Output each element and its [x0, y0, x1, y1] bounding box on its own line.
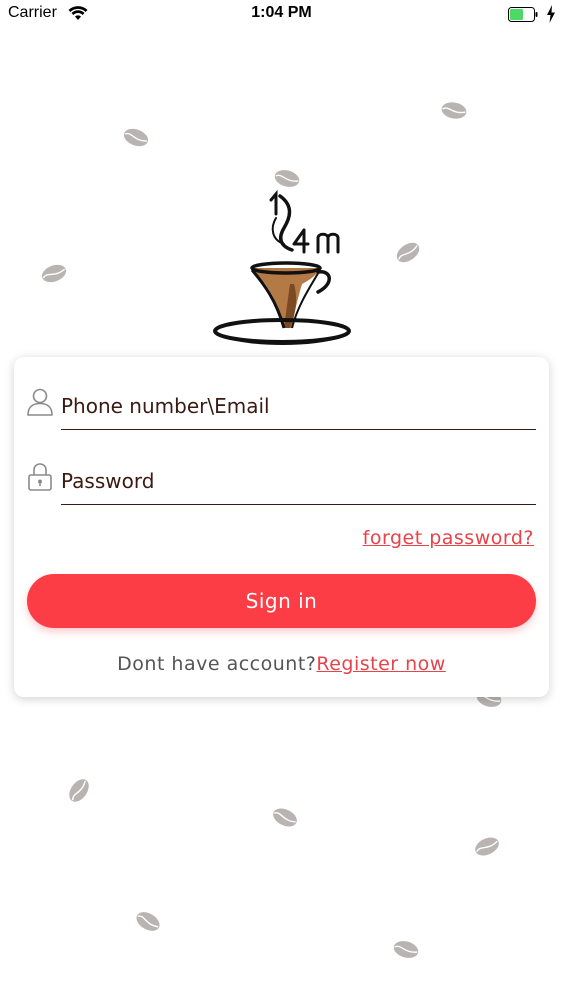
register-row: Dont have account?Register now — [14, 653, 549, 675]
login-card: forget password? Sign in Dont have accou… — [14, 357, 549, 697]
coffee-bean-icon — [136, 912, 160, 931]
account-input[interactable] — [61, 389, 536, 423]
sign-in-button[interactable]: Sign in — [27, 574, 536, 628]
coffee-bean-icon — [273, 808, 297, 827]
forget-password-link[interactable]: forget password? — [363, 527, 534, 549]
coffee-bean-icon — [396, 242, 420, 263]
coffee-bean-icon — [475, 837, 499, 856]
password-underline — [61, 504, 536, 505]
password-input[interactable] — [61, 464, 536, 498]
user-icon — [27, 388, 53, 416]
coffee-cup-logo — [213, 189, 351, 345]
register-prompt: Dont have account? — [117, 653, 317, 675]
status-time: 1:04 PM — [251, 4, 312, 21]
charging-icon — [547, 5, 555, 23]
coffee-bean-icon — [41, 264, 67, 283]
coffee-bean-icon — [393, 941, 419, 958]
coffee-bean-icon — [123, 128, 149, 147]
account-field — [26, 387, 536, 437]
battery-icon — [508, 7, 538, 22]
coffee-bean-icon — [441, 102, 467, 119]
coffee-bean-icon — [69, 779, 89, 802]
password-field — [26, 462, 536, 512]
coffee-bean-icon — [274, 170, 300, 187]
lock-icon — [28, 463, 52, 491]
register-now-link[interactable]: Register now — [316, 653, 445, 675]
status-bar: Carrier 1:04 PM — [0, 0, 563, 30]
account-underline — [61, 429, 536, 430]
